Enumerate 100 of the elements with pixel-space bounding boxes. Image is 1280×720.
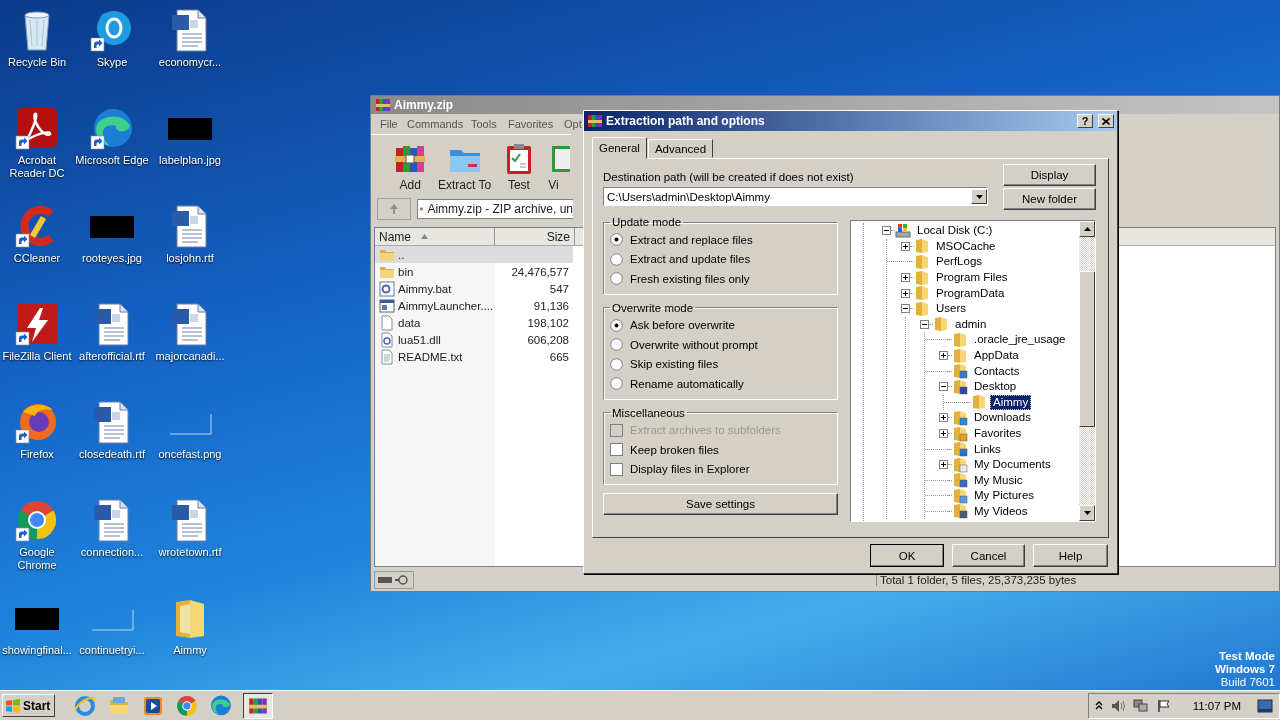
radio-button[interactable] bbox=[610, 357, 623, 371]
desktop-icon-label[interactable]: Microsoft Edge bbox=[75, 154, 149, 167]
desktop-icon-label[interactable]: losjohn.rtf bbox=[166, 252, 214, 265]
tree-item[interactable]: admin bbox=[952, 316, 990, 332]
tree-item[interactable]: Local Disk (C:) bbox=[914, 223, 996, 239]
desktop-icon-label[interactable]: wrotetown.rtf bbox=[158, 546, 222, 559]
checkbox[interactable] bbox=[610, 462, 623, 476]
expand-icon[interactable] bbox=[939, 413, 948, 423]
file-row[interactable]: AimmyLauncher.... 91,136 bbox=[375, 297, 573, 314]
option-label[interactable]: Ask before overwrite bbox=[630, 319, 735, 332]
chevron-up-icon[interactable] bbox=[1094, 701, 1103, 710]
option-label[interactable]: Skip existing files bbox=[630, 358, 719, 371]
radio-button[interactable] bbox=[610, 377, 623, 391]
collapse-icon[interactable] bbox=[939, 382, 948, 392]
file-row[interactable]: .. bbox=[375, 246, 573, 263]
file-row[interactable]: README.txt 665 bbox=[375, 348, 573, 365]
tree-item[interactable]: MSOCache bbox=[933, 238, 999, 254]
tree-item[interactable]: Contacts bbox=[971, 363, 1023, 379]
desktop-icon-label[interactable]: labelplan.jpg bbox=[159, 154, 221, 167]
destination-field[interactable]: C:\Users\admin\Desktop\Aimmy bbox=[603, 187, 988, 206]
dialog-button[interactable]: Cancel bbox=[952, 544, 1025, 567]
tree-item[interactable]: Favorites bbox=[971, 426, 1025, 441]
expand-icon[interactable] bbox=[939, 460, 948, 470]
tree-item[interactable]: Users bbox=[933, 301, 970, 317]
desktop-icon-label[interactable]: Acrobat Reader DC bbox=[0, 154, 74, 180]
collapse-icon[interactable] bbox=[901, 304, 910, 314]
radio-button[interactable] bbox=[610, 233, 623, 247]
radio-button[interactable] bbox=[610, 272, 623, 286]
tree-item[interactable]: My Documents bbox=[971, 457, 1054, 473]
dialog-button[interactable]: Display bbox=[1003, 164, 1096, 186]
view-button[interactable]: Vi bbox=[546, 138, 571, 192]
radio-button[interactable] bbox=[610, 318, 623, 332]
column-header[interactable]: Size bbox=[495, 228, 575, 245]
chat-app-icon[interactable] bbox=[90, 8, 134, 52]
option-label[interactable]: Extract and replace files bbox=[630, 233, 753, 246]
desktop-icon-label[interactable]: economycr... bbox=[158, 56, 222, 69]
desktop-icon-label[interactable]: Google Chrome bbox=[0, 546, 74, 572]
option-label[interactable]: Fresh existing files only bbox=[630, 272, 750, 285]
tree-item[interactable]: My Videos bbox=[971, 504, 1031, 519]
pdf-reader-icon[interactable] bbox=[15, 106, 59, 150]
save-settings-button[interactable]: Save settings bbox=[603, 493, 838, 515]
tree-item[interactable]: AppData bbox=[971, 348, 1022, 364]
desktop-icon-label[interactable]: afterofficial.rtf bbox=[79, 350, 145, 363]
file-row[interactable]: lua51.dll 606,208 bbox=[375, 331, 573, 348]
option-label[interactable]: Extract and update files bbox=[630, 253, 751, 266]
file-row[interactable]: bin 24,476,577 bbox=[375, 263, 573, 280]
scroll-down-icon[interactable] bbox=[1083, 511, 1091, 515]
expand-icon[interactable] bbox=[939, 351, 948, 361]
tree-item[interactable]: PerfLogs bbox=[933, 254, 986, 270]
tree-item[interactable]: Aimmy bbox=[990, 394, 1032, 410]
tree-item[interactable]: ProgramData bbox=[933, 285, 1008, 301]
collapse-icon[interactable] bbox=[882, 226, 891, 236]
desktop-icon-label[interactable]: closedeath.rtf bbox=[78, 448, 145, 461]
tree-item[interactable]: Program Files bbox=[933, 270, 1011, 286]
dialog-button[interactable]: OK bbox=[870, 544, 944, 567]
desktop-icon-label[interactable]: FileZilla Client bbox=[2, 350, 72, 363]
tree-item[interactable]: Desktop bbox=[971, 379, 1020, 395]
option-label[interactable]: Display files in Explorer bbox=[630, 463, 750, 476]
option-label[interactable]: Keep broken files bbox=[630, 443, 719, 456]
ftp-app-icon[interactable] bbox=[15, 302, 59, 346]
file-row[interactable]: Aimmy.bat 547 bbox=[375, 280, 573, 297]
dialog-button[interactable]: Help bbox=[1033, 544, 1108, 567]
show-desktop-icon[interactable] bbox=[1257, 698, 1273, 713]
tab[interactable]: General bbox=[592, 137, 647, 159]
taskbar-button[interactable] bbox=[243, 692, 274, 719]
browser-icon[interactable] bbox=[15, 498, 59, 542]
address-field[interactable]: Aimmy.zip - ZIP archive, un bbox=[417, 199, 573, 219]
close-button[interactable] bbox=[1098, 114, 1114, 128]
scrollbar[interactable] bbox=[1079, 221, 1095, 521]
menu-item[interactable]: Commands bbox=[404, 118, 468, 130]
start-button[interactable]: Start bbox=[2, 694, 56, 717]
expand-icon[interactable] bbox=[939, 429, 948, 438]
desktop-icon-label[interactable]: majorcanadi... bbox=[155, 350, 225, 363]
test-button[interactable]: Test bbox=[491, 138, 547, 192]
desktop-icon-label[interactable]: CCleaner bbox=[13, 252, 61, 265]
browser-icon[interactable] bbox=[90, 106, 134, 150]
menu-item[interactable]: Opt bbox=[563, 118, 582, 130]
column-header[interactable]: Name bbox=[375, 228, 495, 245]
flag-icon[interactable] bbox=[1156, 698, 1171, 713]
desktop-icon-label[interactable]: oncefast.png bbox=[158, 448, 222, 461]
menu-item[interactable]: File bbox=[377, 118, 404, 130]
menu-item[interactable]: Favorites bbox=[505, 118, 563, 130]
desktop-icon-label[interactable]: rooteyes.jpg bbox=[82, 252, 142, 265]
tree-item[interactable]: Links bbox=[971, 441, 1004, 457]
option-label[interactable]: Overwrite without prompt bbox=[630, 338, 758, 351]
desktop-icon-label[interactable]: showingfinal... bbox=[2, 644, 72, 657]
expand-icon[interactable] bbox=[901, 288, 910, 298]
desktop-icon-label[interactable]: connection... bbox=[80, 546, 144, 559]
tree-item[interactable]: My Pictures bbox=[971, 488, 1038, 504]
clock[interactable]: 11:07 PM bbox=[1192, 699, 1241, 712]
desktop-icon-label[interactable]: continuetryi... bbox=[79, 644, 145, 657]
file-row[interactable]: data 198,102 bbox=[375, 314, 573, 331]
expand-icon[interactable] bbox=[901, 241, 910, 251]
add-button[interactable]: Add bbox=[383, 138, 438, 192]
extract-to-button[interactable]: Extract To bbox=[437, 138, 492, 192]
scroll-up-icon[interactable] bbox=[1083, 227, 1091, 231]
expand-icon[interactable] bbox=[901, 273, 910, 283]
dropdown-button[interactable] bbox=[971, 189, 987, 204]
radio-button[interactable] bbox=[610, 338, 623, 352]
option-label[interactable]: Rename automatically bbox=[630, 377, 744, 390]
